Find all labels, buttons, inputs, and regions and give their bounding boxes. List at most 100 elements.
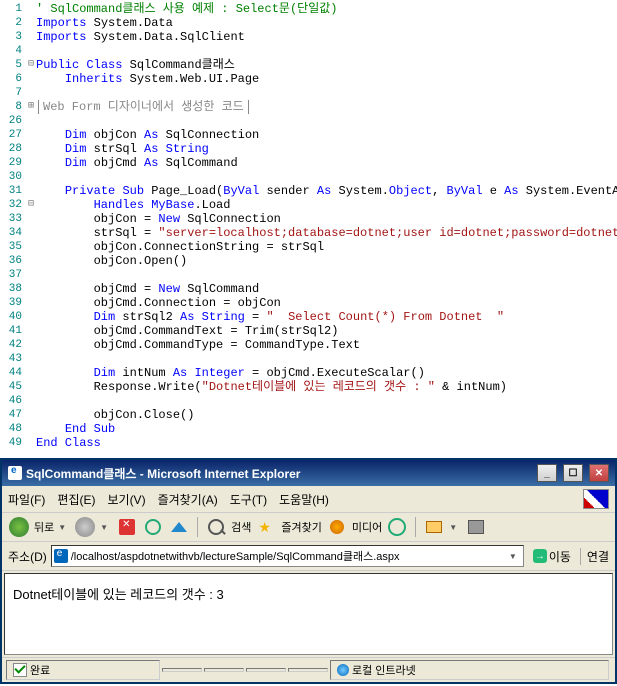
code-line[interactable]: 41 objCmd.CommandText = Trim(strSql2) (0, 324, 617, 338)
fold-icon (26, 436, 36, 450)
done-icon (13, 663, 27, 677)
code-text: Private Sub Page_Load(ByVal sender As Sy… (36, 184, 617, 198)
code-text: Dim strSql As String (36, 142, 617, 156)
code-line[interactable]: 42 objCmd.CommandType = CommandType.Text (0, 338, 617, 352)
code-text (36, 86, 617, 100)
code-line[interactable]: 8⊞Web Form 디자이너에서 생성한 코드 (0, 100, 617, 114)
code-line[interactable]: 27 Dim objCon As SqlConnection (0, 128, 617, 142)
code-line[interactable]: 3Imports System.Data.SqlClient (0, 30, 617, 44)
code-line[interactable]: 45 Response.Write("Dotnet테이블에 있는 레코드의 갯수… (0, 380, 617, 394)
code-line[interactable]: 37 (0, 268, 617, 282)
line-number: 37 (0, 268, 26, 282)
search-icon[interactable] (205, 516, 227, 538)
fold-icon (26, 142, 36, 156)
browser-window: SqlCommand클래스 - Microsoft Internet Explo… (0, 458, 617, 684)
code-line[interactable]: 39 objCmd.Connection = objCon (0, 296, 617, 310)
fold-icon (26, 310, 36, 324)
code-line[interactable]: 7 (0, 86, 617, 100)
fold-icon[interactable]: ⊞ (26, 100, 36, 114)
fold-icon[interactable]: ⊟ (26, 198, 36, 212)
line-number: 29 (0, 156, 26, 170)
code-line[interactable]: 43 (0, 352, 617, 366)
code-line[interactable]: 28 Dim strSql As String (0, 142, 617, 156)
code-line[interactable]: 4 (0, 44, 617, 58)
fold-icon (26, 324, 36, 338)
code-line[interactable]: 46 (0, 394, 617, 408)
status-bar: 완료 로컬 인트라넷 (2, 657, 615, 682)
code-line[interactable]: 35 objCon.ConnectionString = strSql (0, 240, 617, 254)
code-line[interactable]: 33 objCon = New SqlConnection (0, 212, 617, 226)
code-line[interactable]: 34 strSql = "server=localhost;database=d… (0, 226, 617, 240)
history-button[interactable] (386, 516, 408, 538)
fold-icon (26, 72, 36, 86)
line-number: 49 (0, 436, 26, 450)
line-number: 2 (0, 16, 26, 30)
stop-button[interactable] (116, 516, 138, 538)
code-text: Inherits System.Web.UI.Page (36, 72, 617, 86)
code-line[interactable]: 40 Dim strSql2 As String = " Select Coun… (0, 310, 617, 324)
code-line[interactable]: 30 (0, 170, 617, 184)
address-label: 주소(D) (8, 548, 47, 565)
menu-view[interactable]: 보기(V) (107, 491, 145, 508)
refresh-button[interactable] (142, 516, 164, 538)
code-line[interactable]: 1' SqlCommand클래스 사용 예제 : Select문(단일값) (0, 2, 617, 16)
favorites-label[interactable]: 즐겨찾기 (281, 519, 321, 535)
url-input[interactable]: /localhost/aspdotnetwithvb/lectureSample… (51, 545, 524, 567)
code-text: objCmd.CommandText = Trim(strSql2) (36, 324, 617, 338)
back-dropdown-icon[interactable]: ▼ (58, 523, 66, 532)
code-line[interactable]: 6 Inherits System.Web.UI.Page (0, 72, 617, 86)
line-number: 26 (0, 114, 26, 128)
back-button[interactable] (8, 516, 30, 538)
maximize-button[interactable]: ☐ (563, 464, 583, 482)
close-button[interactable]: ✕ (589, 464, 609, 482)
address-dropdown-icon[interactable]: ▼ (509, 552, 517, 561)
line-number: 32 (0, 198, 26, 212)
code-line[interactable]: 38 objCmd = New SqlCommand (0, 282, 617, 296)
search-label[interactable]: 검색 (231, 519, 251, 535)
code-line[interactable]: 36 objCon.Open() (0, 254, 617, 268)
code-line[interactable]: 44 Dim intNum As Integer = objCmd.Execut… (0, 366, 617, 380)
status-zone-cell: 로컬 인트라넷 (330, 660, 609, 680)
media-icon[interactable] (326, 516, 348, 538)
code-line[interactable]: 48 End Sub (0, 422, 617, 436)
code-line[interactable]: 5⊟Public Class SqlCommand클래스 (0, 58, 617, 72)
code-text (36, 268, 617, 282)
minimize-button[interactable]: _ (537, 464, 557, 482)
forward-dropdown-icon[interactable]: ▼ (100, 523, 108, 532)
code-line[interactable]: 29 Dim objCmd As SqlCommand (0, 156, 617, 170)
code-line[interactable]: 26 (0, 114, 617, 128)
menu-edit[interactable]: 편집(E) (57, 491, 95, 508)
menu-help[interactable]: 도움말(H) (279, 491, 329, 508)
home-button[interactable] (168, 516, 190, 538)
fold-icon[interactable]: ⊟ (26, 58, 36, 72)
fold-icon (26, 338, 36, 352)
code-line[interactable]: 31 Private Sub Page_Load(ByVal sender As… (0, 184, 617, 198)
links-label[interactable]: 연결 (580, 548, 609, 565)
fold-icon (26, 226, 36, 240)
code-text: Imports System.Data.SqlClient (36, 30, 617, 44)
code-line[interactable]: 49End Class (0, 436, 617, 450)
code-text: strSql = "server=localhost;database=dotn… (36, 226, 617, 240)
menu-file[interactable]: 파일(F) (8, 491, 45, 508)
media-label[interactable]: 미디어 (352, 519, 382, 535)
code-line[interactable]: 2 Imports System.Data (0, 16, 617, 30)
line-number: 30 (0, 170, 26, 184)
forward-button[interactable] (74, 516, 96, 538)
line-number: 38 (0, 282, 26, 296)
favorites-icon[interactable]: ★ (255, 516, 277, 538)
code-text: Imports System.Data (36, 16, 617, 30)
line-number: 48 (0, 422, 26, 436)
fold-icon (26, 296, 36, 310)
titlebar[interactable]: SqlCommand클래스 - Microsoft Internet Explo… (2, 460, 615, 486)
mail-dropdown-icon[interactable]: ▼ (449, 523, 457, 532)
fold-icon (26, 254, 36, 268)
menu-favorites[interactable]: 즐겨찾기(A) (158, 491, 218, 508)
code-line[interactable]: 32⊟ Handles MyBase.Load (0, 198, 617, 212)
mail-button[interactable] (423, 516, 445, 538)
line-number: 6 (0, 72, 26, 86)
code-line[interactable]: 47 objCon.Close() (0, 408, 617, 422)
line-number: 42 (0, 338, 26, 352)
go-button[interactable]: → 이동 (528, 546, 576, 567)
print-button[interactable] (465, 516, 487, 538)
menu-tools[interactable]: 도구(T) (230, 491, 267, 508)
